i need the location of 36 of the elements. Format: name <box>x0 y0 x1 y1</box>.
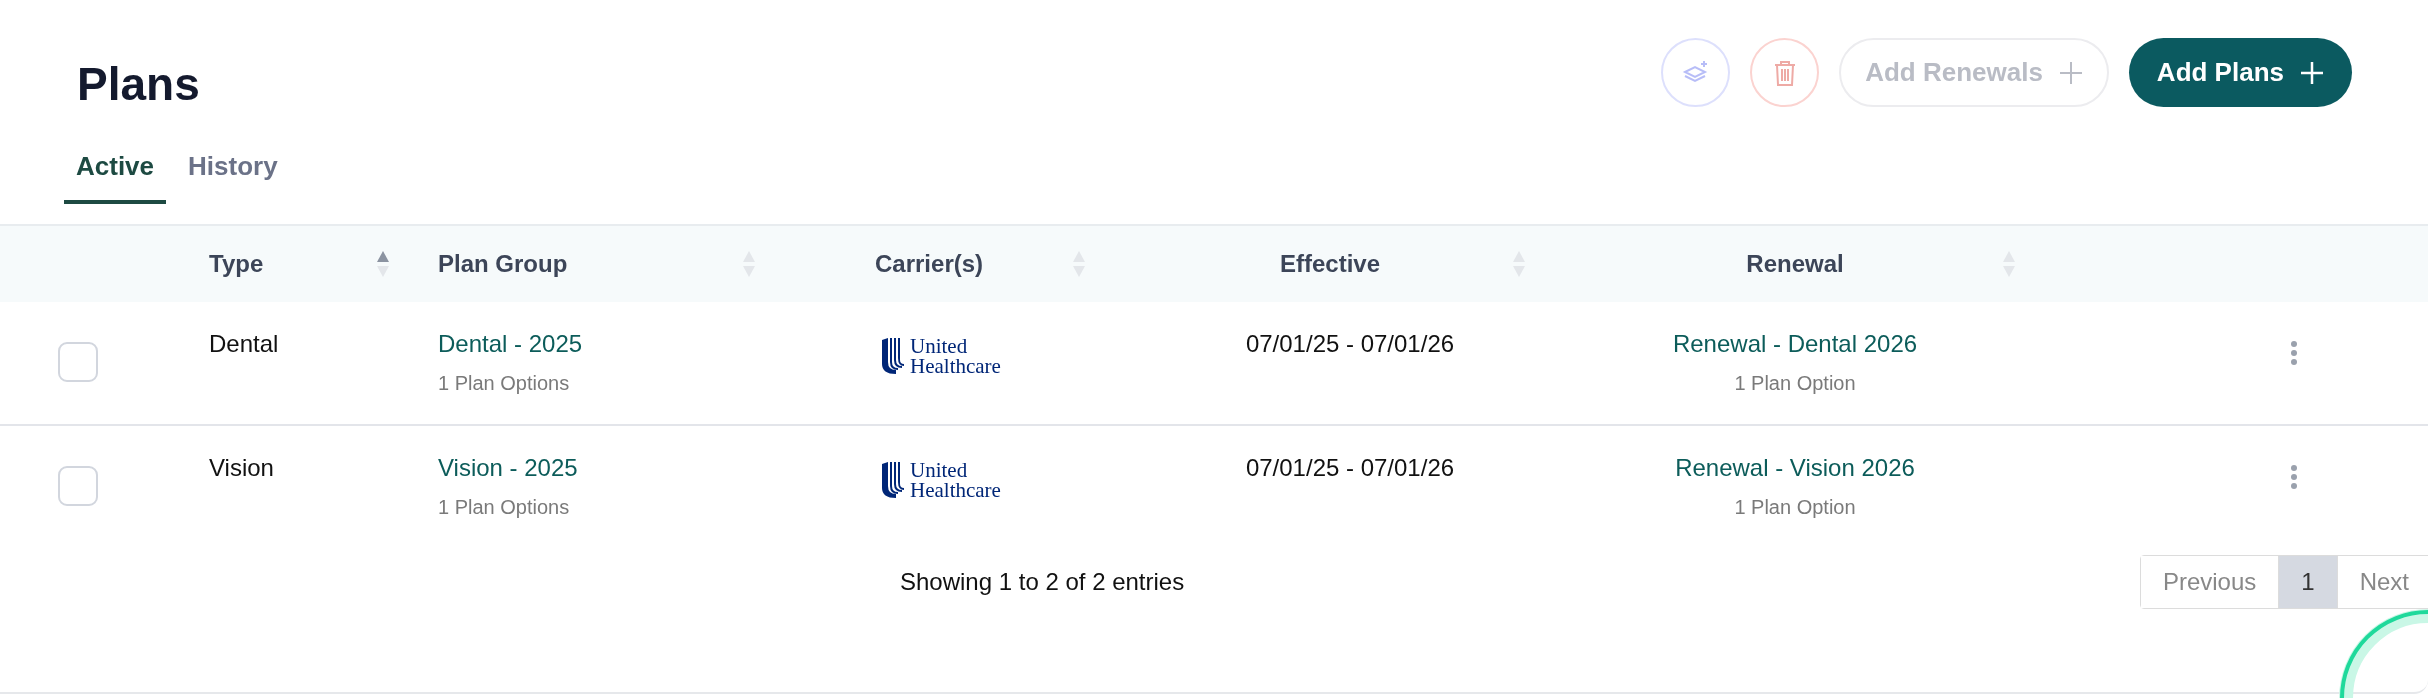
page-title: Plans <box>77 57 200 112</box>
trash-icon <box>1772 58 1797 87</box>
plan-options-text: 1 Plan Options <box>438 495 570 520</box>
tab[interactable]: Active <box>64 147 167 204</box>
column-header: Renewal <box>1746 249 1844 279</box>
table-cell-text: 07/01/25 - 07/01/26 <box>1245 453 1455 483</box>
plan-group-link[interactable]: Vision - 2025 <box>438 450 578 486</box>
plus-icon <box>2300 60 2324 85</box>
row-checkbox[interactable] <box>58 466 98 506</box>
carrier-logo: United Healthcare <box>880 336 1110 376</box>
renewal-link[interactable]: Renewal - Dental 2026 <box>1672 326 1918 362</box>
table-cell-text: 07/01/25 - 07/01/26 <box>1245 329 1455 359</box>
more-options-icon[interactable] <box>2290 340 2298 366</box>
plan-options-text: 1 Plan Option <box>1734 495 1856 520</box>
plan-options-text: 1 Plan Option <box>1734 371 1856 396</box>
entries-summary: Showing 1 to 2 of 2 entries <box>900 567 1185 597</box>
plan-options-text: 1 Plan Options <box>438 371 570 396</box>
row-checkbox[interactable] <box>58 342 98 382</box>
ring-icon <box>2338 608 2428 698</box>
pagination-button[interactable]: 1 <box>2278 556 2337 608</box>
column-header: Type <box>209 249 264 279</box>
shield-logo-icon <box>880 460 906 500</box>
add-plans-button[interactable]: Add Plans <box>2128 38 2352 107</box>
renewal-link[interactable]: Renewal - Vision 2026 <box>1675 450 1915 486</box>
tab[interactable]: History <box>176 147 290 204</box>
sort-icon[interactable] <box>376 249 390 279</box>
table-cell: Vision <box>209 454 274 481</box>
table-cell: Dental <box>209 330 279 357</box>
plan-group-link[interactable]: Dental - 2025 <box>438 326 583 362</box>
carrier-logo: United Healthcare <box>880 460 1110 500</box>
column-header: Effective <box>1279 249 1380 279</box>
plus-icon <box>2058 60 2083 85</box>
more-options-icon[interactable] <box>2290 464 2298 490</box>
shield-logo-icon <box>880 336 906 376</box>
column-header: Plan Group <box>438 249 568 279</box>
column-header: Carrier(s) <box>875 249 984 279</box>
